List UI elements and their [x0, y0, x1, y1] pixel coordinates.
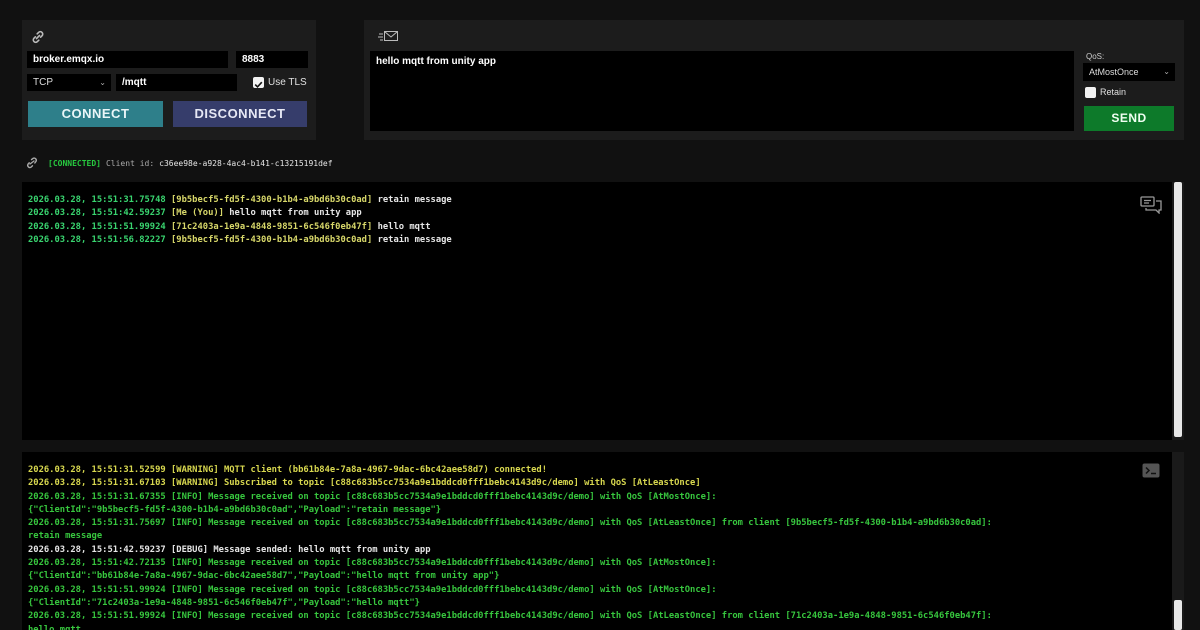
message-body: retain message [377, 234, 452, 245]
chevron-down-icon: ⌄ [99, 78, 106, 87]
message-time: 2026.03.28, 15:51:56.82227 [28, 234, 166, 245]
log-line: 2026.03.28, 15:51:51.99924 [INFO] Messag… [28, 584, 717, 595]
connection-status-icon [24, 156, 40, 170]
messages-list[interactable]: 2026.03.28, 15:51:31.75748 [9b5becf5-fd5… [22, 182, 1172, 440]
disconnect-button[interactable]: DISCONNECT [173, 101, 307, 127]
client-id-label: Client id: [105, 158, 155, 168]
qos-select[interactable]: AtMostOnce ⌄ [1083, 63, 1175, 81]
host-input[interactable]: broker.emqx.io [27, 51, 228, 68]
log-line: 2026.03.28, 15:51:31.67355 [INFO] Messag… [28, 491, 717, 502]
message-panel: hello mqtt from unity app QoS: AtMostOnc… [364, 20, 1184, 140]
log-scrollbar[interactable] [1172, 452, 1184, 630]
connection-panel: broker.emqx.io 8883 TCP ⌄ /mqtt Use TLS … [22, 20, 316, 140]
client-id-value: c36ee98e-a928-4ac4-b141-c13215191def [159, 158, 333, 168]
list-item: 2026.03.28, 15:51:31.75748 [9b5becf5-fd5… [28, 194, 452, 207]
list-item: 2026.03.28, 15:51:56.82227 [9b5becf5-fd5… [28, 234, 452, 247]
log-scroll-thumb[interactable] [1174, 600, 1182, 630]
message-body: hello mqtt [377, 221, 431, 232]
log-line: 2026.03.28, 15:51:42.59237 [DEBUG] Messa… [28, 544, 431, 555]
use-tls-label: Use TLS [268, 77, 307, 88]
checkmark-icon [254, 81, 263, 89]
log-line: retain message [28, 531, 103, 542]
message-body: retain message [377, 195, 452, 205]
log-line: 2026.03.28, 15:51:51.99924 [INFO] Messag… [28, 611, 992, 622]
port-input[interactable]: 8883 [236, 51, 308, 68]
use-tls-checkbox[interactable] [253, 77, 264, 89]
message-body: hello mqtt from unity app [229, 208, 362, 219]
qos-label: QoS: [1086, 52, 1105, 61]
protocol-select[interactable]: TCP ⌄ [27, 74, 111, 91]
connect-button[interactable]: CONNECT [28, 101, 163, 127]
messages-container: 2026.03.28, 15:51:31.75748 [9b5becf5-fd5… [28, 194, 452, 247]
link-icon [30, 29, 46, 50]
message-time: 2026.03.28, 15:51:31.75748 [28, 195, 166, 205]
messages-scrollbar[interactable] [1172, 182, 1184, 440]
log-line: 2026.03.28, 15:51:42.72135 [INFO] Messag… [28, 558, 717, 569]
message-sender: [Me (You)] [171, 208, 224, 219]
list-item: 2026.03.28, 15:51:51.99924 [71c2403a-1e9… [28, 221, 452, 234]
connection-status: [CONNECTED] Client id: c36ee98e-a928-4ac… [24, 156, 333, 170]
log-line: {"ClientId":"71c2403a-1e9a-4848-9851-6c5… [28, 597, 420, 608]
path-input[interactable]: /mqtt [116, 74, 237, 91]
send-button[interactable]: SEND [1084, 106, 1174, 131]
log-lines-container: 2026.03.28, 15:51:31.52599 [WARNING] MQT… [28, 464, 992, 630]
message-sender: [71c2403a-1e9a-4848-9851-6c546f0eb47f] [171, 221, 373, 232]
chat-icon[interactable] [1140, 196, 1162, 218]
connection-state: [CONNECTED] [48, 158, 101, 168]
message-textarea[interactable]: hello mqtt from unity app [370, 51, 1074, 131]
log-line: 2026.03.28, 15:51:31.52599 [WARNING] MQT… [28, 465, 548, 475]
log-line: {"ClientId":"9b5becf5-fd5f-4300-b1b4-a9b… [28, 504, 442, 515]
log-console[interactable]: 2026.03.28, 15:51:31.52599 [WARNING] MQT… [22, 452, 1172, 630]
protocol-select-value: TCP [33, 77, 53, 88]
log-line: {"ClientId":"bb61b84e-7a8a-4967-9dac-6bc… [28, 571, 500, 582]
message-time: 2026.03.28, 15:51:51.99924 [28, 221, 166, 232]
log-line: hello mqtt [28, 624, 81, 630]
message-sender: [9b5becf5-fd5f-4300-b1b4-a9bd6b30c0ad] [171, 234, 373, 245]
qos-select-value: AtMostOnce [1089, 67, 1139, 77]
list-item: 2026.03.28, 15:51:42.59237 [Me (You)] he… [28, 207, 452, 220]
message-text: hello mqtt from unity app [376, 56, 496, 67]
retain-checkbox[interactable] [1085, 87, 1096, 98]
retain-label: Retain [1100, 87, 1127, 97]
message-time: 2026.03.28, 15:51:42.59237 [28, 208, 166, 219]
log-line: 2026.03.28, 15:51:31.67103 [WARNING] Sub… [28, 478, 701, 489]
terminal-icon[interactable] [1142, 463, 1160, 482]
log-line: 2026.03.28, 15:51:31.75697 [INFO] Messag… [28, 518, 992, 529]
chevron-down-icon: ⌄ [1163, 67, 1170, 76]
envelope-icon [378, 29, 400, 48]
message-sender: [9b5becf5-fd5f-4300-b1b4-a9bd6b30c0ad] [171, 195, 373, 205]
messages-scroll-thumb[interactable] [1174, 182, 1182, 437]
